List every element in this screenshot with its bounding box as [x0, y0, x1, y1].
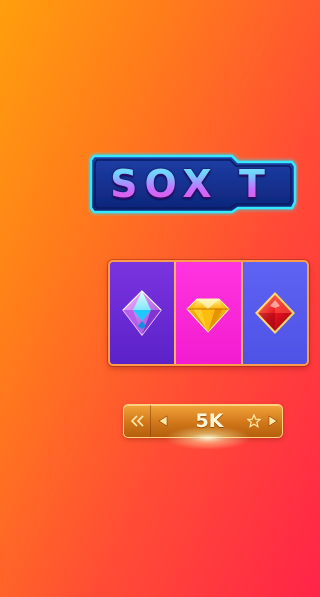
double-chevron-left-icon: [130, 415, 144, 427]
game-title-logo: SOX T: [88, 152, 298, 216]
yellow-diamond-icon: [186, 298, 231, 333]
reel-1[interactable]: [110, 262, 175, 364]
decrease-bet-button[interactable]: [151, 405, 175, 437]
star-button[interactable]: [244, 405, 264, 437]
star-icon: [247, 414, 261, 428]
bet-value: 5K: [195, 410, 224, 432]
triangle-right-icon: [268, 415, 278, 427]
red-diamond-suit-icon: [254, 292, 295, 334]
bet-selector: 5K: [123, 404, 283, 438]
increase-bet-button[interactable]: [264, 405, 282, 437]
reel-3[interactable]: [240, 262, 307, 364]
min-bet-button[interactable]: [124, 405, 151, 437]
diamond-gem-icon: [122, 290, 162, 336]
triangle-left-icon: [158, 415, 168, 427]
reel-2[interactable]: [174, 262, 241, 364]
slot-reels: [108, 260, 309, 366]
game-title: SOX T: [88, 152, 298, 216]
